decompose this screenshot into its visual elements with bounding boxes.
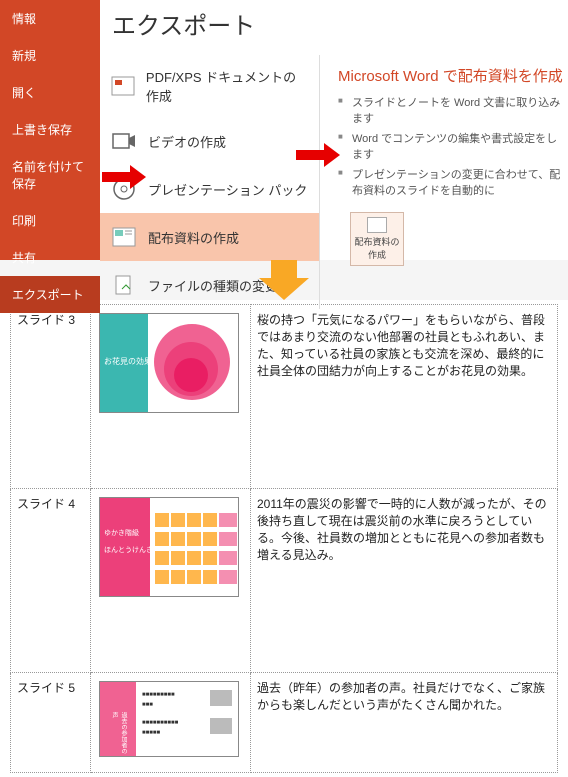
slide-note-cell: 2011年の震災の影響で一時的に人数が減ったが、その後持ち直して現在は震災前の水… <box>251 489 558 673</box>
slide-note-cell: 過去（昨年）の参加者の声。社員だけでなく、ご家族からも楽しんだという声がたくさん… <box>251 673 558 773</box>
down-arrow-icon <box>259 260 309 300</box>
slide-label-cell: スライド 5 <box>11 673 91 773</box>
filetype-icon <box>110 273 138 297</box>
sidebar-item-share[interactable]: 共有 <box>0 239 100 276</box>
sidebar-item-print[interactable]: 印刷 <box>0 202 100 239</box>
slide-thumbnail: ゆかき階級 ほんとうけんきりしきあり <box>99 497 239 597</box>
page-title: エクスポート <box>100 0 568 55</box>
detail-bullets: スライドとノートを Word 文書に取り込みます Word でコンテンツの編集や… <box>338 92 568 200</box>
handout-icon <box>110 225 138 249</box>
option-video[interactable]: ビデオの作成 <box>100 117 319 165</box>
pdf-icon <box>110 74 136 98</box>
handout-table: スライド 3 お花見の効果 桜の持つ「元気になるパワー」をもらいながら、普段では… <box>10 304 558 773</box>
sidebar-item-save[interactable]: 上書き保存 <box>0 111 100 148</box>
bullet-item: スライドとノートを Word 文書に取り込みます <box>338 92 568 128</box>
backstage-sidebar: 情報 新規 開く 上書き保存 名前を付けて保存 印刷 共有 エクスポート 閉じる <box>0 0 100 260</box>
option-label: PDF/XPS ドキュメントの作成 <box>146 67 309 105</box>
create-handout-button[interactable]: 配布資料の作成 <box>350 212 404 266</box>
sidebar-item-export[interactable]: エクスポート <box>0 276 100 313</box>
option-label: ビデオの作成 <box>148 132 226 151</box>
video-icon <box>110 129 138 153</box>
thumb-title: 過去の参加者の声 <box>110 712 128 756</box>
action-button-label: 配布資料の作成 <box>351 235 403 261</box>
table-row: スライド 5 過去の参加者の声 ■■■■■■■■■ ■■■ ■■■■■■■■■■… <box>11 673 558 773</box>
slide-note-cell: 桜の持つ「元気になるパワー」をもらいながら、普段ではあまり交流のない他部署の社員… <box>251 305 558 489</box>
option-handout[interactable]: 配布資料の作成 <box>100 213 319 261</box>
sidebar-item-info[interactable]: 情報 <box>0 0 100 37</box>
option-label: 配布資料の作成 <box>148 228 239 247</box>
slide-thumbnail: 過去の参加者の声 ■■■■■■■■■ ■■■ ■■■■■■■■■■ ■■■■■ <box>99 681 239 757</box>
slide-thumbnail: お花見の効果 <box>99 313 239 413</box>
handout-button-icon <box>367 217 387 233</box>
option-pdf-xps[interactable]: PDF/XPS ドキュメントの作成 <box>100 55 319 117</box>
sidebar-item-open[interactable]: 開く <box>0 74 100 111</box>
slide-thumb-cell: 過去の参加者の声 ■■■■■■■■■ ■■■ ■■■■■■■■■■ ■■■■■ <box>91 673 251 773</box>
option-label: プレゼンテーション パック <box>148 180 307 199</box>
slide-thumb-cell: ゆかき階級 ほんとうけんきりしきあり <box>91 489 251 673</box>
export-detail-panel: Microsoft Word で配布資料を作成 スライドとノートを Word 文… <box>320 55 568 309</box>
bullet-item: プレゼンテーションの変更に合わせて、配布資料のスライドを自動的に <box>338 164 568 200</box>
detail-title: Microsoft Word で配布資料を作成 <box>338 65 568 86</box>
slide-label-cell: スライド 4 <box>11 489 91 673</box>
sidebar-item-new[interactable]: 新規 <box>0 37 100 74</box>
slide-thumb-cell: お花見の効果 <box>91 305 251 489</box>
bullet-item: Word でコンテンツの編集や書式設定をします <box>338 128 568 164</box>
table-row: スライド 4 ゆかき階級 ほんとうけんきりしきあり 2011年の震災の影響で一時… <box>11 489 558 673</box>
sidebar-item-saveas[interactable]: 名前を付けて保存 <box>0 148 100 202</box>
thumb-title: お花見の効果 <box>104 356 152 367</box>
